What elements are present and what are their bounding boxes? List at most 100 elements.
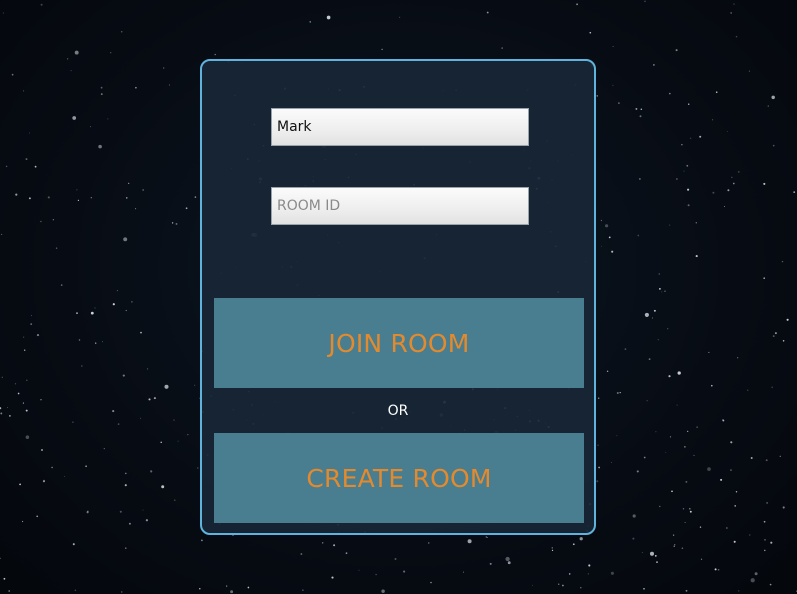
star	[5, 165, 8, 168]
star	[612, 84, 614, 86]
star	[72, 116, 77, 120]
star	[100, 93, 103, 95]
star	[682, 508, 685, 510]
star	[163, 67, 165, 69]
star	[659, 288, 661, 290]
star	[142, 189, 144, 191]
star	[676, 404, 678, 406]
star	[687, 188, 690, 191]
star	[727, 189, 730, 192]
star	[696, 426, 698, 428]
star	[19, 483, 22, 486]
star	[78, 339, 81, 341]
star	[140, 331, 142, 334]
star	[611, 461, 612, 463]
star	[643, 587, 645, 590]
star	[750, 578, 755, 583]
star	[632, 537, 635, 540]
star	[399, 16, 401, 18]
star	[501, 47, 503, 49]
star	[640, 108, 643, 111]
star	[194, 196, 197, 198]
star	[711, 384, 713, 387]
star	[551, 549, 554, 552]
star	[674, 544, 676, 546]
star	[596, 95, 598, 97]
star	[782, 506, 785, 509]
star	[333, 544, 336, 547]
star	[120, 31, 123, 33]
star	[618, 102, 620, 104]
star	[580, 586, 582, 589]
star	[14, 383, 17, 385]
star	[177, 440, 179, 442]
star	[610, 571, 614, 575]
star	[668, 375, 671, 378]
star	[31, 315, 32, 317]
star	[147, 368, 149, 370]
star	[587, 573, 589, 575]
star	[668, 92, 671, 95]
star	[750, 457, 753, 459]
create-room-button[interactable]: CREATE ROOM	[214, 433, 584, 523]
star	[128, 522, 131, 525]
star	[76, 312, 78, 314]
star	[140, 417, 142, 419]
star	[394, 558, 397, 560]
star	[194, 384, 196, 386]
star	[606, 370, 609, 372]
star	[3, 577, 6, 580]
star	[689, 508, 691, 510]
star	[667, 328, 669, 330]
star	[125, 547, 127, 549]
name-input[interactable]	[271, 108, 529, 146]
star	[646, 400, 648, 402]
star	[0, 412, 3, 415]
star	[763, 277, 765, 279]
star	[772, 144, 775, 147]
star	[326, 15, 331, 20]
star	[87, 510, 89, 513]
star	[247, 586, 250, 589]
star	[29, 132, 30, 134]
star	[774, 332, 777, 335]
star	[695, 255, 698, 258]
star	[707, 467, 711, 471]
star	[15, 193, 18, 196]
star	[302, 589, 304, 591]
star	[76, 189, 78, 191]
star	[23, 336, 25, 338]
star	[693, 454, 695, 456]
room-id-input[interactable]	[271, 187, 529, 225]
star	[712, 119, 714, 121]
star	[47, 196, 50, 199]
star	[381, 48, 383, 51]
star	[723, 205, 725, 207]
star	[644, 312, 649, 317]
star	[41, 449, 43, 451]
star	[684, 522, 686, 523]
star	[675, 49, 678, 52]
star	[230, 590, 234, 594]
join-room-button[interactable]: JOIN ROOM	[214, 298, 584, 388]
star	[121, 591, 123, 593]
star	[119, 510, 122, 513]
star	[135, 86, 137, 89]
star	[772, 335, 775, 338]
star	[40, 398, 42, 401]
star	[652, 317, 654, 319]
star	[681, 144, 683, 146]
star	[695, 222, 697, 224]
star	[358, 569, 360, 571]
star	[28, 197, 31, 200]
star	[125, 309, 127, 312]
star	[782, 340, 785, 342]
star	[40, 220, 42, 223]
star	[531, 584, 533, 586]
star	[0, 557, 1, 559]
star	[22, 402, 24, 404]
star	[665, 451, 667, 453]
star	[375, 573, 377, 576]
star	[116, 290, 118, 292]
star	[632, 514, 636, 518]
